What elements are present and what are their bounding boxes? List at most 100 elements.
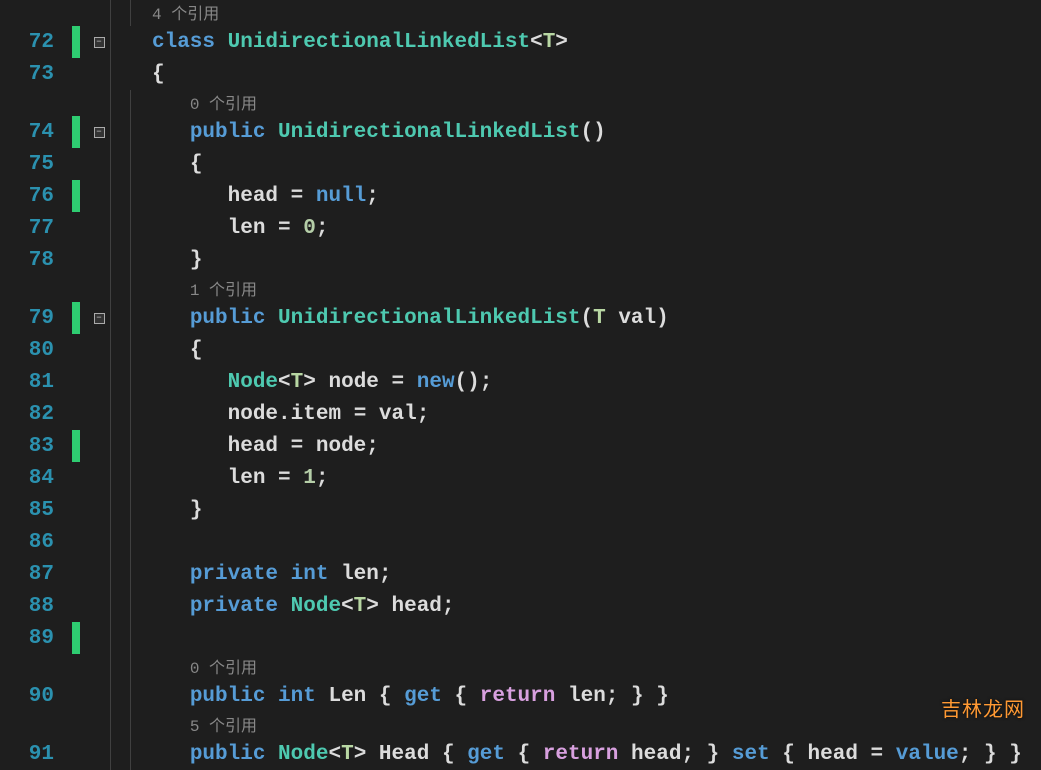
code-content[interactable]: } [148, 499, 202, 522]
code-content[interactable]: { [148, 63, 165, 86]
line-number[interactable]: 80 [0, 339, 60, 362]
token-punc: { [152, 63, 165, 86]
codelens-text[interactable]: 4 个引用 [148, 0, 219, 26]
code-line[interactable]: 78 } [0, 244, 1041, 276]
code-line[interactable]: 4 个引用 [0, 0, 1041, 26]
code-line[interactable]: 77 len = 0; [0, 212, 1041, 244]
codelens-text[interactable]: 0 个引用 [148, 654, 257, 680]
change-margin [60, 302, 90, 334]
code-content[interactable]: public UnidirectionalLinkedList(T val) [148, 307, 669, 330]
line-number[interactable]: 85 [0, 499, 60, 522]
code-content[interactable]: head = node; [148, 435, 379, 458]
fold-collapse-icon[interactable]: − [94, 37, 105, 48]
code-content[interactable]: node.item = val; [148, 403, 429, 426]
token-kw: private [190, 563, 278, 586]
codelens-text[interactable]: 5 个引用 [148, 712, 257, 738]
indent-guides [108, 494, 148, 526]
code-line[interactable]: 89 [0, 622, 1041, 654]
change-margin [60, 0, 90, 26]
code-line[interactable]: 79 − public UnidirectionalLinkedList(T va… [0, 302, 1041, 334]
code-content[interactable]: public Node<T> Head { get { return head;… [148, 743, 1022, 766]
code-content[interactable]: len = 1; [148, 467, 328, 490]
change-margin [60, 558, 90, 590]
token-punc: ; } [681, 743, 719, 766]
line-number[interactable]: 73 [0, 63, 60, 86]
line-number[interactable]: 88 [0, 595, 60, 618]
line-number[interactable]: 83 [0, 435, 60, 458]
code-line[interactable]: 85 } [0, 494, 1041, 526]
line-number[interactable]: 87 [0, 563, 60, 586]
line-number[interactable]: 82 [0, 403, 60, 426]
line-number[interactable]: 89 [0, 627, 60, 650]
token-punc: > [354, 743, 367, 766]
code-content[interactable]: head = null; [148, 185, 379, 208]
code-line[interactable]: 83 head = node; [0, 430, 1041, 462]
code-line[interactable]: 72 − class UnidirectionalLinkedList<T> [0, 26, 1041, 58]
fold-gutter: − [90, 37, 108, 48]
codelens-text[interactable]: 1 个引用 [148, 276, 257, 302]
code-line[interactable]: 81 Node<T> node = new(); [0, 366, 1041, 398]
code-line[interactable]: 74 − public UnidirectionalLinkedList() [0, 116, 1041, 148]
line-number[interactable]: 79 [0, 307, 60, 330]
token-punc: } [190, 249, 203, 272]
code-content[interactable]: private Node<T> head; [148, 595, 455, 618]
fold-collapse-icon[interactable]: − [94, 127, 105, 138]
line-number[interactable]: 74 [0, 121, 60, 144]
code-content[interactable]: private int len; [148, 563, 391, 586]
fold-collapse-icon[interactable]: − [94, 313, 105, 324]
line-number[interactable]: 76 [0, 185, 60, 208]
line-number[interactable]: 86 [0, 531, 60, 554]
code-line[interactable]: 86 [0, 526, 1041, 558]
code-line[interactable]: 1 个引用 [0, 276, 1041, 302]
code-line[interactable]: 0 个引用 [0, 90, 1041, 116]
code-line[interactable]: 76 head = null; [0, 180, 1041, 212]
token-id: len [228, 217, 266, 240]
indent-guides [108, 622, 148, 654]
code-editor[interactable]: 4 个引用 72 − class UnidirectionalLinkedList<T… [0, 0, 1041, 770]
code-line[interactable]: 75 { [0, 148, 1041, 180]
change-margin [60, 398, 90, 430]
change-margin [60, 494, 90, 526]
change-margin [60, 58, 90, 90]
line-number[interactable]: 91 [0, 743, 60, 766]
line-number[interactable]: 72 [0, 31, 60, 54]
code-line[interactable]: 87 private int len; [0, 558, 1041, 590]
line-number[interactable]: 90 [0, 685, 60, 708]
token-kw: value [896, 743, 959, 766]
change-margin [60, 622, 90, 654]
line-number[interactable]: 81 [0, 371, 60, 394]
code-line[interactable]: 90 public int Len { get { return len; } … [0, 680, 1041, 712]
code-line[interactable]: 80 { [0, 334, 1041, 366]
code-line[interactable]: 5 个引用 [0, 712, 1041, 738]
codelens-text[interactable]: 0 个引用 [148, 90, 257, 116]
code-content[interactable]: } [148, 249, 202, 272]
line-number[interactable]: 84 [0, 467, 60, 490]
indent-guides [108, 244, 148, 276]
token-type: Node [228, 371, 278, 394]
code-line[interactable]: 84 len = 1; [0, 462, 1041, 494]
indent-guides [108, 334, 148, 366]
code-content[interactable]: { [148, 339, 202, 362]
change-margin [60, 680, 90, 712]
change-indicator [72, 180, 80, 212]
code-content[interactable]: public UnidirectionalLinkedList() [148, 121, 606, 144]
line-number[interactable]: 78 [0, 249, 60, 272]
token-id: val [379, 403, 417, 426]
code-line[interactable]: 88 private Node<T> head; [0, 590, 1041, 622]
indent-guides [108, 526, 148, 558]
code-content[interactable]: { [148, 153, 202, 176]
token-kw: null [316, 185, 366, 208]
token-tparam: T [543, 31, 556, 54]
code-line[interactable]: 82 node.item = val; [0, 398, 1041, 430]
code-content[interactable]: class UnidirectionalLinkedList<T> [148, 31, 568, 54]
code-content[interactable]: len = 0; [148, 217, 328, 240]
token-kw: int [278, 685, 316, 708]
code-content[interactable]: Node<T> node = new(); [148, 371, 492, 394]
line-number[interactable]: 77 [0, 217, 60, 240]
code-content[interactable]: public int Len { get { return len; } } [148, 685, 669, 708]
code-line[interactable]: 0 个引用 [0, 654, 1041, 680]
indent-guides [108, 398, 148, 430]
code-line[interactable]: 73 { [0, 58, 1041, 90]
line-number[interactable]: 75 [0, 153, 60, 176]
code-line[interactable]: 91 public Node<T> Head { get { return he… [0, 738, 1041, 770]
